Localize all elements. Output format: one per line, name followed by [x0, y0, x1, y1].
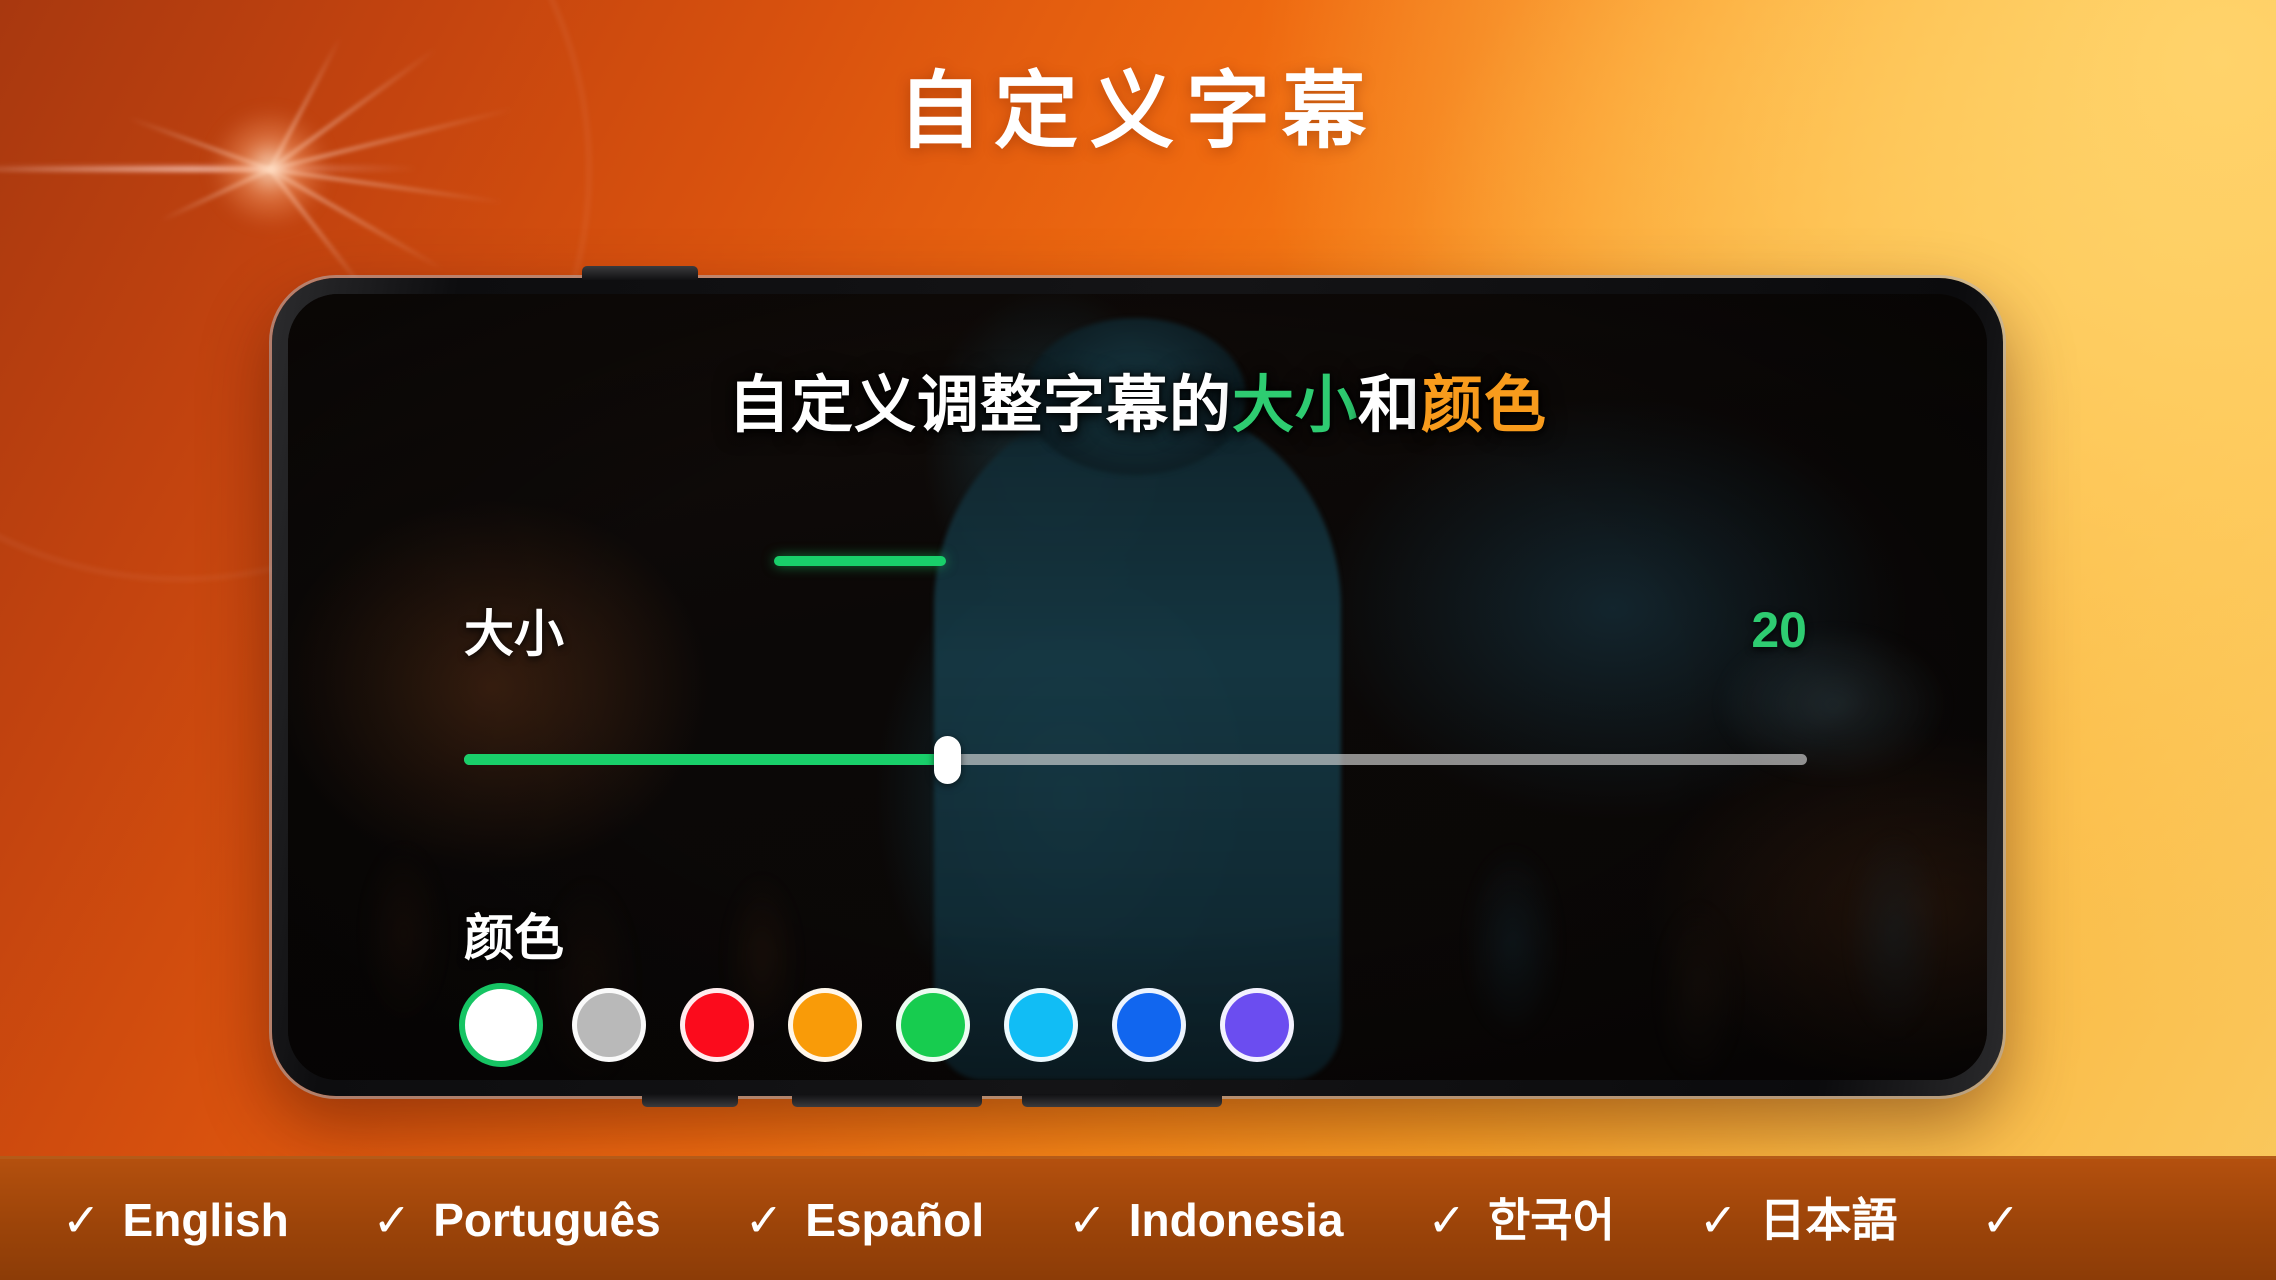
subtitle-segment-plain-1: 自定义调整字幕的 — [727, 371, 1232, 440]
language-label: Português — [433, 1193, 661, 1246]
phone-side-button-1[interactable] — [642, 1094, 738, 1107]
phone-volume-up-button[interactable] — [792, 1094, 982, 1107]
check-icon: ✓ — [1698, 1193, 1738, 1246]
size-label: 大小 — [464, 606, 564, 662]
language-label: Indonesia — [1128, 1193, 1344, 1246]
check-icon: ✓ — [62, 1193, 101, 1246]
lens-flare-ray — [269, 168, 444, 271]
language-item: ✓ 日本語 — [1699, 1197, 1898, 1243]
size-value: 20 — [1751, 602, 1807, 658]
language-item: ✓ English — [62, 1197, 289, 1243]
subtitle-segment-color: 颜色 — [1421, 371, 1548, 440]
size-slider-thumb[interactable] — [934, 736, 962, 784]
check-icon: ✓ — [1427, 1193, 1466, 1246]
size-setting-row: 大小 20 — [464, 594, 1807, 666]
color-swatch-purple[interactable] — [1220, 988, 1294, 1062]
subtitle-segment-plain-2: 和 — [1358, 371, 1422, 440]
language-item: ✓ — [1982, 1197, 2021, 1243]
check-icon: ✓ — [372, 1193, 412, 1246]
lens-flare-ray — [269, 168, 503, 204]
lens-flare-ray — [0, 168, 270, 171]
language-label: English — [122, 1193, 289, 1246]
phone-power-button[interactable] — [582, 266, 698, 280]
size-slider-fill — [464, 754, 948, 765]
language-item: ✓ 한국어 — [1427, 1197, 1615, 1243]
size-slider[interactable] — [464, 736, 1807, 784]
subtitle-segment-size: 大小 — [1231, 371, 1358, 440]
check-icon: ✓ — [744, 1193, 784, 1246]
language-label: 한국어 — [1487, 1193, 1615, 1246]
language-item: ✓ Español — [745, 1197, 984, 1243]
phone-volume-down-button[interactable] — [1022, 1094, 1222, 1107]
color-swatch-gray[interactable] — [572, 988, 646, 1062]
subtitle-preview: 自定义调整字幕的大小和颜色 — [288, 354, 1987, 444]
color-swatch-green[interactable] — [896, 988, 970, 1062]
color-swatch-blue[interactable] — [1112, 988, 1186, 1062]
color-swatch-orange[interactable] — [788, 988, 862, 1062]
language-label: Español — [805, 1193, 985, 1246]
language-label: 日本語 — [1759, 1193, 1898, 1246]
language-item: ✓ Indonesia — [1068, 1197, 1343, 1243]
page-title: 自定义字幕 — [897, 64, 1378, 158]
color-swatch-red[interactable] — [680, 988, 754, 1062]
active-tab-indicator — [774, 556, 946, 566]
lens-flare-ray — [160, 168, 271, 222]
promo-banner: 自定义字幕 自定义调整字幕的大小和颜色 大小 20 颜色 ✓ English ✓… — [0, 0, 2276, 1280]
language-item: ✓ Português — [373, 1197, 661, 1243]
color-swatch-white[interactable] — [459, 983, 543, 1067]
language-support-bar: ✓ English ✓ Português ✓ Español ✓ Indonesia ✓ 한국어… — [0, 1156, 2276, 1280]
color-swatch-list — [459, 983, 1294, 1067]
check-icon: ✓ — [1981, 1193, 2021, 1246]
color-label: 颜色 — [464, 910, 564, 966]
phone-mockup: 自定义调整字幕的大小和颜色 大小 20 颜色 — [272, 266, 2003, 1107]
phone-screen: 自定义调整字幕的大小和颜色 大小 20 颜色 — [288, 294, 1987, 1080]
color-swatch-cyan[interactable] — [1004, 988, 1078, 1062]
lens-flare-streak — [0, 166, 420, 171]
check-icon: ✓ — [1068, 1193, 1107, 1246]
